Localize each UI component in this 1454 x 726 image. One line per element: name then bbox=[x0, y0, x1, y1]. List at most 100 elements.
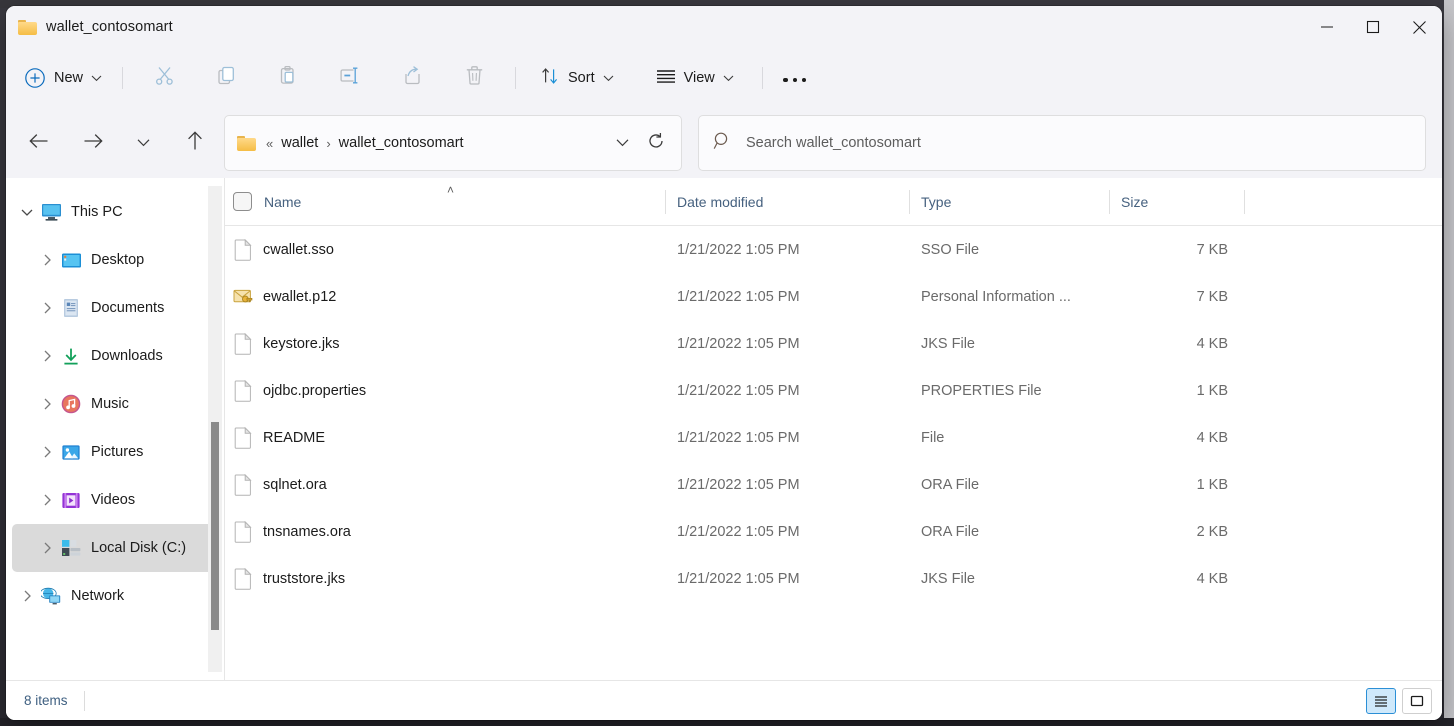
search-icon bbox=[713, 131, 732, 155]
sidebar-item-network[interactable]: Network bbox=[12, 572, 218, 620]
table-row[interactable]: tnsnames.ora1/21/2022 1:05 PMORA File2 K… bbox=[225, 508, 1442, 555]
chevron-right-icon[interactable] bbox=[34, 446, 60, 458]
search-input[interactable] bbox=[746, 135, 1411, 151]
sidebar-item-this-pc[interactable]: This PC bbox=[12, 188, 218, 236]
file-size-cell: 4 KB bbox=[1109, 414, 1244, 461]
file-name-cell[interactable]: ojdbc.properties bbox=[225, 367, 665, 414]
generic-file-icon bbox=[233, 474, 253, 496]
column-header-size-label: Size bbox=[1121, 194, 1148, 210]
chevron-right-icon[interactable] bbox=[34, 494, 60, 506]
sidebar-item-local-disk-c[interactable]: Local Disk (C:) bbox=[12, 524, 218, 572]
sidebar-item-downloads[interactable]: Downloads bbox=[12, 332, 218, 380]
file-name-cell[interactable]: ewallet.p12 bbox=[225, 273, 665, 320]
more-options-button[interactable] bbox=[773, 60, 817, 96]
sidebar-item-pictures[interactable]: Pictures bbox=[12, 428, 218, 476]
item-count-label: 8 items bbox=[24, 693, 68, 708]
title-bar[interactable]: wallet_contosomart bbox=[6, 6, 1442, 48]
column-header-type-label: Type bbox=[921, 194, 951, 210]
table-row[interactable]: keystore.jks1/21/2022 1:05 PMJKS File4 K… bbox=[225, 320, 1442, 367]
file-type-cell: PROPERTIES File bbox=[909, 367, 1109, 414]
rename-button[interactable] bbox=[330, 60, 370, 96]
table-row[interactable]: cwallet.sso1/21/2022 1:05 PMSSO File7 KB bbox=[225, 226, 1442, 273]
breadcrumb-item-wallet[interactable]: wallet bbox=[275, 130, 324, 156]
breadcrumb-item-wallet-contosomart[interactable]: wallet_contosomart bbox=[333, 130, 470, 156]
sidebar-item-music[interactable]: Music bbox=[12, 380, 218, 428]
sidebar-item-videos[interactable]: Videos bbox=[12, 476, 218, 524]
chevron-down-icon[interactable] bbox=[14, 208, 40, 217]
sidebar-item-label: Local Disk (C:) bbox=[91, 540, 186, 556]
back-button[interactable] bbox=[20, 124, 58, 162]
share-button[interactable] bbox=[392, 60, 432, 96]
search-box[interactable] bbox=[698, 115, 1426, 171]
recent-locations-button[interactable] bbox=[124, 124, 162, 162]
refresh-button[interactable] bbox=[639, 125, 673, 161]
up-button[interactable] bbox=[176, 124, 214, 162]
file-name-label: ojdbc.properties bbox=[263, 383, 366, 399]
chevron-right-icon[interactable] bbox=[14, 590, 40, 602]
cut-scissors-icon bbox=[154, 65, 175, 91]
generic-file-icon bbox=[233, 380, 253, 402]
maximize-button[interactable] bbox=[1350, 6, 1396, 48]
file-name-cell[interactable]: tnsnames.ora bbox=[225, 508, 665, 555]
large-icons-view-button[interactable] bbox=[1402, 688, 1432, 714]
file-name-cell[interactable]: keystore.jks bbox=[225, 320, 665, 367]
paste-button[interactable] bbox=[268, 60, 308, 96]
file-name-cell[interactable]: truststore.jks bbox=[225, 555, 665, 602]
status-divider bbox=[84, 691, 85, 711]
navigation-bar: « wallet › wallet_contosomart bbox=[6, 108, 1442, 178]
column-header-name[interactable]: Name bbox=[225, 178, 665, 226]
new-button-label: New bbox=[54, 70, 83, 86]
window-controls bbox=[1304, 6, 1442, 48]
table-row[interactable]: truststore.jks1/21/2022 1:05 PMJKS File4… bbox=[225, 555, 1442, 602]
file-type-cell: File bbox=[909, 414, 1109, 461]
trash-icon bbox=[464, 65, 485, 91]
copy-icon bbox=[216, 65, 237, 91]
table-row[interactable]: sqlnet.ora1/21/2022 1:05 PMORA File1 KB bbox=[225, 461, 1442, 508]
minimize-button[interactable] bbox=[1304, 6, 1350, 48]
sidebar-scrollbar[interactable] bbox=[208, 186, 222, 672]
sort-button[interactable]: Sort bbox=[530, 60, 624, 96]
file-type-cell: ORA File bbox=[909, 508, 1109, 555]
folder-icon bbox=[237, 136, 256, 151]
view-button[interactable]: View bbox=[646, 60, 744, 96]
select-all-checkbox[interactable] bbox=[233, 192, 252, 211]
address-dropdown-button[interactable] bbox=[605, 125, 639, 161]
chevron-right-icon[interactable] bbox=[34, 254, 60, 266]
column-header-date-modified[interactable]: Date modified bbox=[665, 178, 909, 226]
details-view-button[interactable] bbox=[1366, 688, 1396, 714]
sidebar-scrollbar-thumb[interactable] bbox=[211, 422, 219, 630]
column-header-size[interactable]: Size bbox=[1109, 178, 1244, 226]
rename-icon bbox=[339, 65, 362, 91]
copy-button[interactable] bbox=[206, 60, 246, 96]
certificate-file-icon bbox=[233, 286, 253, 308]
downloads-icon bbox=[60, 347, 82, 366]
window-title: wallet_contosomart bbox=[46, 19, 173, 35]
file-name-cell[interactable]: cwallet.sso bbox=[225, 226, 665, 273]
chevron-right-icon[interactable] bbox=[34, 302, 60, 314]
breadcrumb-overflow[interactable]: « bbox=[264, 136, 275, 151]
file-name-label: ewallet.p12 bbox=[263, 289, 336, 305]
file-name-cell[interactable]: sqlnet.ora bbox=[225, 461, 665, 508]
table-row[interactable]: README1/21/2022 1:05 PMFile4 KB bbox=[225, 414, 1442, 461]
sidebar-item-desktop[interactable]: Desktop bbox=[12, 236, 218, 284]
file-size-cell: 7 KB bbox=[1109, 226, 1244, 273]
table-row[interactable]: ojdbc.properties1/21/2022 1:05 PMPROPERT… bbox=[225, 367, 1442, 414]
address-bar[interactable]: « wallet › wallet_contosomart bbox=[224, 115, 682, 171]
arrow-left-icon bbox=[28, 132, 50, 155]
table-row[interactable]: ewallet.p121/21/2022 1:05 PMPersonal Inf… bbox=[225, 273, 1442, 320]
chevron-right-icon[interactable] bbox=[34, 350, 60, 362]
forward-button[interactable] bbox=[74, 124, 112, 162]
cut-button[interactable] bbox=[144, 60, 184, 96]
generic-file-icon bbox=[233, 568, 253, 590]
chevron-right-icon[interactable] bbox=[34, 398, 60, 410]
file-date-cell: 1/21/2022 1:05 PM bbox=[665, 273, 909, 320]
column-header-type[interactable]: Type bbox=[909, 178, 1109, 226]
delete-button[interactable] bbox=[454, 60, 494, 96]
sidebar-item-documents[interactable]: Documents bbox=[12, 284, 218, 332]
new-button[interactable]: New bbox=[18, 60, 112, 96]
file-name-label: keystore.jks bbox=[263, 336, 340, 352]
file-name-label: sqlnet.ora bbox=[263, 477, 327, 493]
close-button[interactable] bbox=[1396, 6, 1442, 48]
file-name-cell[interactable]: README bbox=[225, 414, 665, 461]
chevron-right-icon[interactable] bbox=[34, 542, 60, 554]
